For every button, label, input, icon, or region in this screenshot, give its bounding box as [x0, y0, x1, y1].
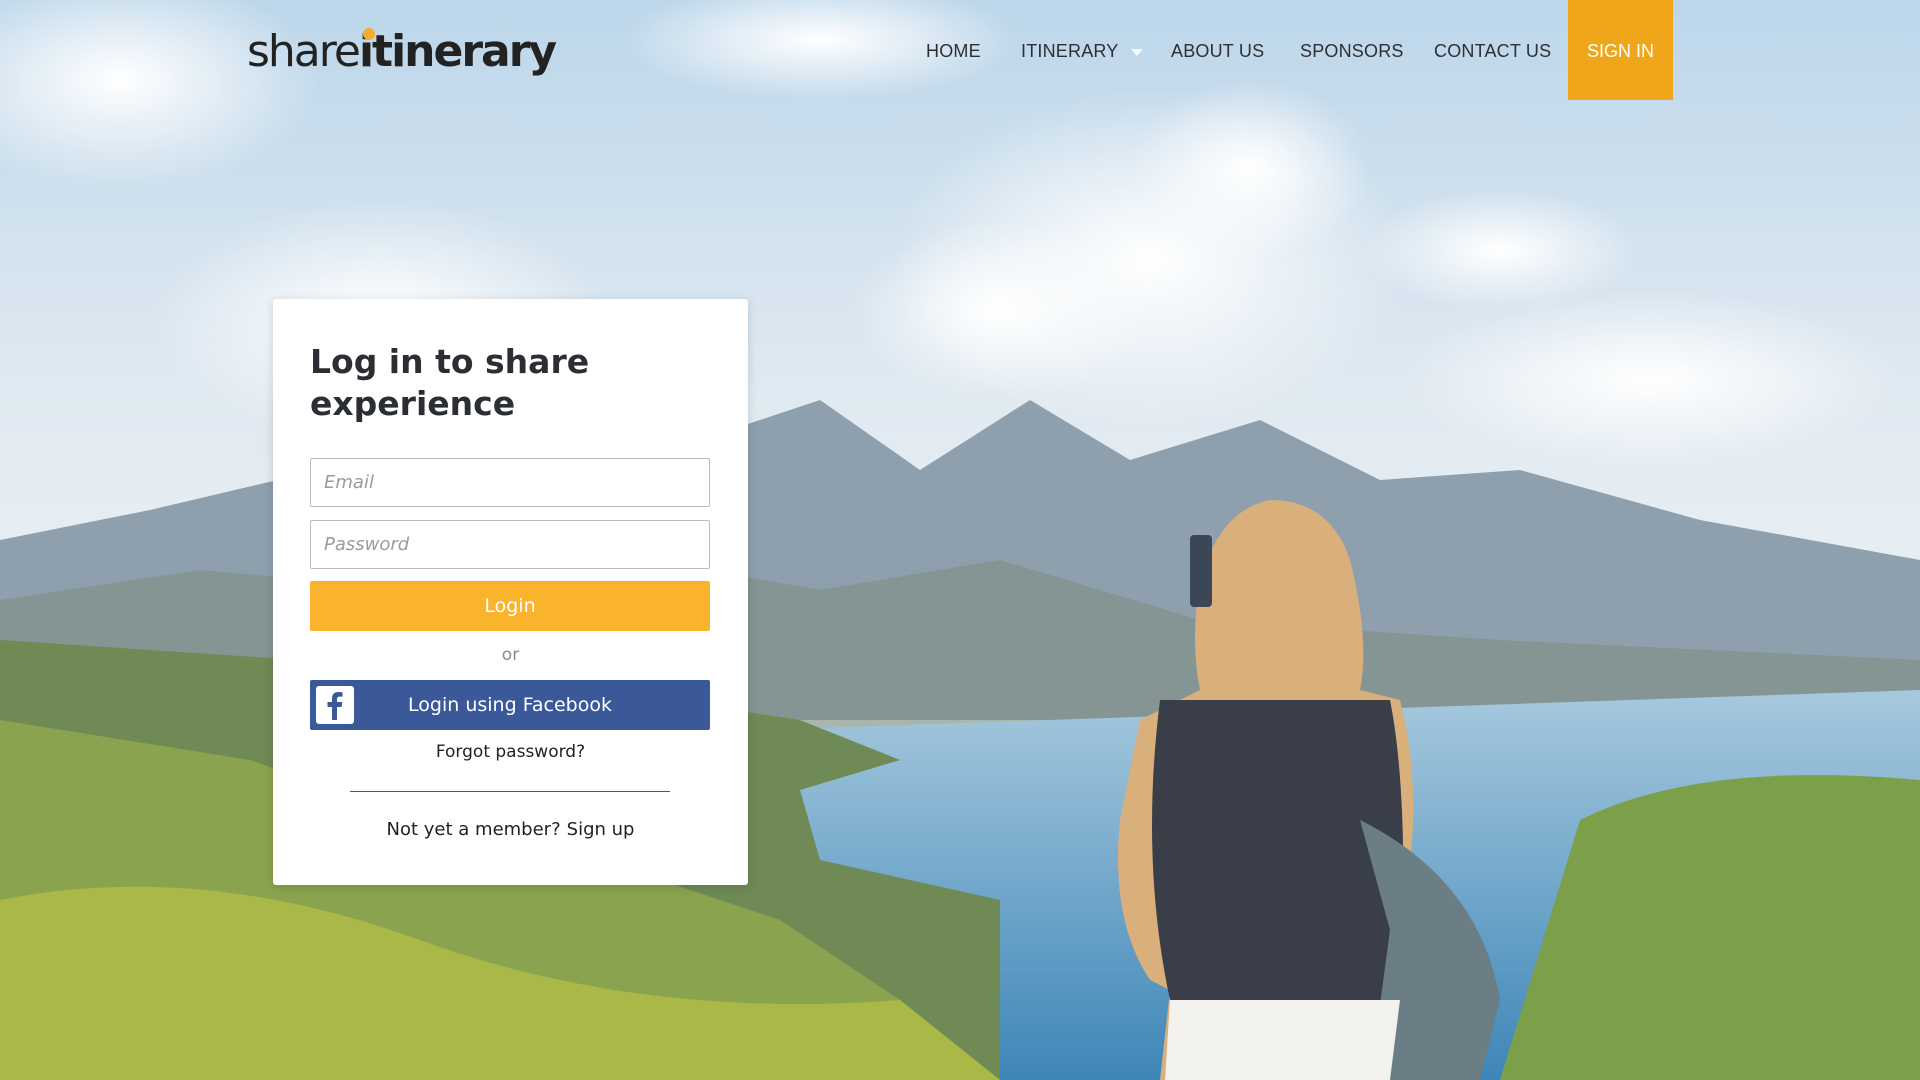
nav-itinerary-label: ITINERARY	[1021, 41, 1119, 61]
facebook-login-button[interactable]: Login using Facebook	[310, 680, 710, 730]
site-logo[interactable]: shareitinerary	[247, 22, 557, 82]
logo-dot-icon	[363, 28, 375, 40]
email-field[interactable]	[310, 458, 710, 507]
facebook-login-label: Login using Facebook	[408, 694, 612, 716]
sign-up-link[interactable]: Sign up	[567, 819, 635, 840]
facebook-icon	[316, 686, 354, 724]
not-member-text: Not yet a member?	[386, 819, 561, 840]
login-title: Log in to share experience	[310, 342, 590, 423]
nav-contact-us[interactable]: CONTACT US	[1434, 0, 1551, 100]
nav-home[interactable]: HOME	[926, 0, 981, 100]
sign-in-button[interactable]: SIGN IN	[1568, 0, 1673, 100]
divider	[350, 791, 670, 792]
signup-row: Not yet a member? Sign up	[273, 819, 748, 840]
login-button[interactable]: Login	[310, 581, 710, 631]
or-separator: or	[501, 645, 520, 665]
chevron-down-icon	[1130, 48, 1143, 56]
forgot-password-link[interactable]: Forgot password?	[273, 742, 748, 762]
password-field[interactable]	[310, 520, 710, 569]
nav-about-us[interactable]: ABOUT US	[1171, 0, 1264, 100]
nav-itinerary[interactable]: ITINERARY	[1021, 0, 1143, 100]
nav-sponsors[interactable]: SPONSORS	[1300, 0, 1404, 100]
login-card: Log in to share experience Login or Logi…	[273, 299, 748, 885]
